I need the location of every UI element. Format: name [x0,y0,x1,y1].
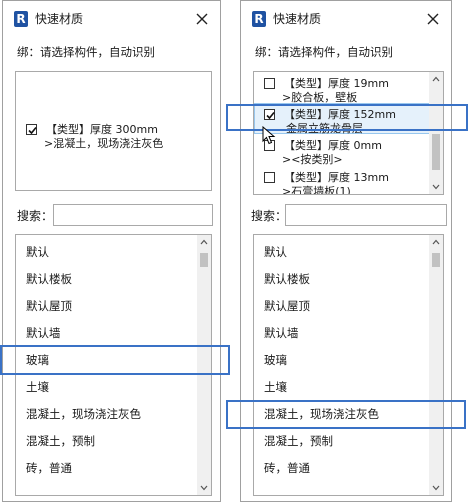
material-list: 默认 默认楼板 默认屋顶 默认墙 玻璃 土壤 混凝土，现场浇注灰色 混凝土，预制… [253,234,444,496]
scrollbar[interactable] [197,235,211,495]
scrollbar[interactable] [429,72,443,194]
checkmark-icon [28,126,37,135]
scrollbar-thumb[interactable] [432,253,440,267]
list-item[interactable]: 默认楼板 [264,271,310,287]
bind-hint-label: 绑：请选择构件，自动识别 [255,45,393,59]
revit-logo-icon: R [252,11,266,27]
list-item[interactable]: 混凝土，现场浇注灰色 [264,406,379,422]
list-item[interactable]: 土壤 [26,379,49,395]
search-input[interactable] [53,204,213,226]
list-item[interactable]: 默认墙 [26,325,61,341]
type-list: 【类型】厚度 300mm >混凝土，现场浇注灰色 [15,71,212,191]
list-item[interactable]: 默认屋顶 [26,298,72,314]
search-label: 搜索： [251,209,288,223]
scrollbar[interactable] [429,235,443,495]
list-item[interactable]: 玻璃 [264,352,287,368]
scrollbar-thumb[interactable] [200,253,208,267]
list-item[interactable]: 砖，普通 [264,460,310,476]
title-bar: R 快速材质 [3,1,220,37]
scroll-up-icon[interactable] [429,72,443,86]
type-name: 【类型】厚度 152mm [284,108,396,121]
list-item[interactable]: 混凝土，预制 [26,433,95,449]
title-bar: R 快速材质 [241,1,451,37]
scroll-down-icon[interactable] [429,481,443,495]
scroll-up-icon[interactable] [197,235,211,249]
material-list: 默认 默认楼板 默认屋顶 默认墙 玻璃 土壤 混凝土，现场浇注灰色 混凝土，预制… [15,234,212,496]
list-item[interactable]: 默认 [26,244,49,260]
list-item[interactable]: 土壤 [264,379,287,395]
window-title: 快速材质 [273,12,322,26]
checkmark-icon [266,111,275,120]
type-material: >石膏墙板(1) [282,185,351,195]
list-item[interactable]: 默认 [264,244,287,260]
type-checkbox[interactable] [264,109,275,120]
mouse-cursor-icon [262,126,276,145]
type-material: ><按类别> [282,153,343,166]
type-checkbox[interactable] [264,172,275,183]
type-material: 金属立筋龙骨层 [286,122,363,135]
list-item[interactable]: 混凝土，现场浇注灰色 [26,406,141,422]
type-checkbox[interactable] [26,124,37,135]
type-name: 【类型】厚度 19mm [284,77,389,90]
scroll-down-icon[interactable] [197,481,211,495]
type-name: 【类型】厚度 13mm [284,171,389,184]
type-material: >混凝土，现场浇注灰色 [44,137,164,150]
scrollbar-thumb[interactable] [432,134,440,170]
search-label: 搜索： [17,209,54,223]
quick-material-panel-right: R 快速材质 绑：请选择构件，自动识别 【类型】厚度 19mm >胶合板，壁板 … [240,0,452,502]
close-icon[interactable] [192,9,212,29]
bind-hint-label: 绑：请选择构件，自动识别 [17,45,155,59]
window-title: 快速材质 [35,12,84,26]
scroll-up-icon[interactable] [429,235,443,249]
scroll-down-icon[interactable] [429,180,443,194]
type-name: 【类型】厚度 0mm [284,139,382,152]
type-material: >胶合板，壁板 [282,91,358,104]
quick-material-panel-left: R 快速材质 绑：请选择构件，自动识别 【类型】厚度 300mm >混凝土，现场… [2,0,221,502]
search-input[interactable] [285,204,447,226]
list-item[interactable]: 默认墙 [264,325,299,341]
revit-logo-icon: R [14,11,28,27]
type-name: 【类型】厚度 300mm [46,123,158,136]
close-icon[interactable] [423,9,443,29]
type-list: 【类型】厚度 19mm >胶合板，壁板 【类型】厚度 152mm 金属立筋龙骨层… [253,71,444,195]
list-item[interactable]: 玻璃 [26,352,49,368]
list-item[interactable]: 默认屋顶 [264,298,310,314]
list-item[interactable]: 砖，普通 [26,460,72,476]
list-item[interactable]: 默认楼板 [26,271,72,287]
list-item[interactable]: 混凝土，预制 [264,433,333,449]
type-checkbox[interactable] [264,78,275,89]
